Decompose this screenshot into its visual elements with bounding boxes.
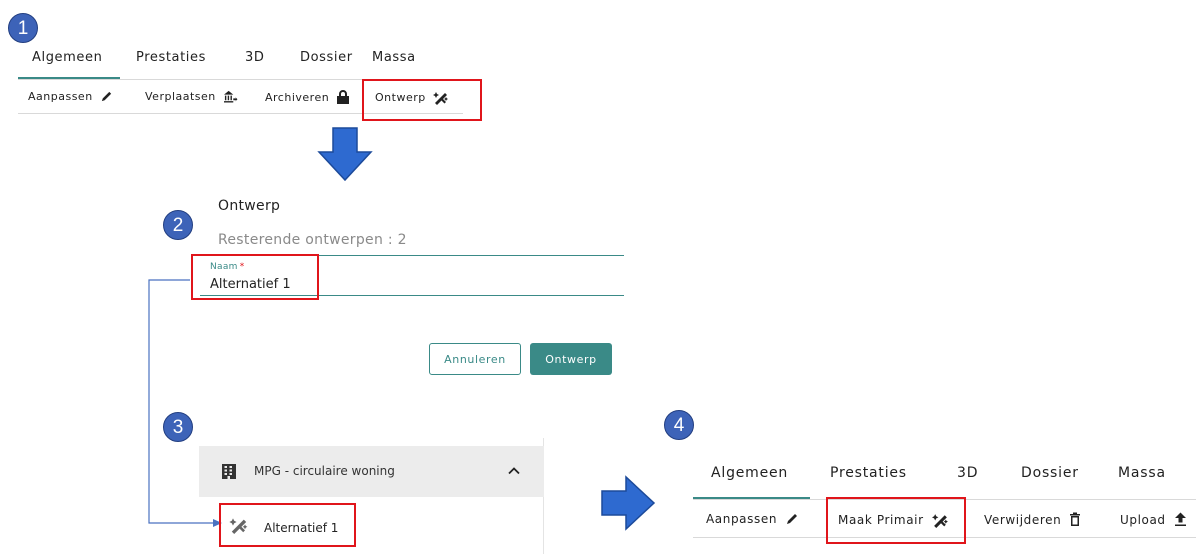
down-arrow [317,127,373,182]
chevron-up-icon[interactable] [508,466,520,475]
upload-label: Upload [1120,512,1166,527]
tree-project-row[interactable]: MPG - circulaire woning [199,446,544,497]
step-badge-4: 4 [664,410,694,440]
upload-button[interactable]: Upload [1120,512,1187,527]
tab-algemeen[interactable]: Algemeen [711,465,788,481]
step-badge-3: 3 [163,412,193,442]
tab-dossier[interactable]: Dossier [1021,465,1079,481]
trash-icon [1070,512,1081,526]
remaining-designs-text: Resterende ontwerpen : 2 [218,232,407,248]
verwijderen-label: Verwijderen [984,512,1062,527]
tab-algemeen[interactable]: Algemeen [32,50,102,65]
tab-massa[interactable]: Massa [1118,465,1166,481]
verplaatsen-button[interactable]: Verplaatsen [145,90,238,103]
verwijderen-button[interactable]: Verwijderen [984,512,1081,527]
project-label: MPG - circulaire woning [254,464,395,478]
tab-3d[interactable]: 3D [957,465,978,481]
building-icon [222,464,236,479]
tab-dossier[interactable]: Dossier [300,50,353,65]
tab-prestaties[interactable]: Prestaties [136,50,206,65]
step-badge-2: 2 [163,210,193,240]
aanpassen-label: Aanpassen [28,90,93,103]
aanpassen-label: Aanpassen [706,512,778,526]
highlight-ontwerp [362,79,482,121]
verplaatsen-label: Verplaatsen [145,90,216,103]
archiveren-label: Archiveren [265,91,330,104]
aanpassen-button[interactable]: Aanpassen [28,90,113,103]
move-building-icon [223,90,238,103]
step-badge-1: 1 [8,13,38,43]
right-arrow [601,475,656,531]
submit-ontwerp-button[interactable]: Ontwerp [530,343,612,375]
upload-icon [1174,512,1186,526]
tab-prestaties[interactable]: Prestaties [830,465,907,481]
highlight-maak-primair [826,497,966,544]
tab-massa[interactable]: Massa [372,50,416,65]
cancel-button[interactable]: Annuleren [429,343,521,375]
dialog-title: Ontwerp [218,198,281,214]
pencil-icon [101,91,111,102]
archiveren-button[interactable]: Archiveren [265,90,350,105]
highlight-child-row [219,503,356,547]
pencil-icon [787,514,798,524]
lock-icon [337,90,350,104]
aanpassen-button[interactable]: Aanpassen [706,512,799,526]
tab-3d[interactable]: 3D [245,50,264,65]
